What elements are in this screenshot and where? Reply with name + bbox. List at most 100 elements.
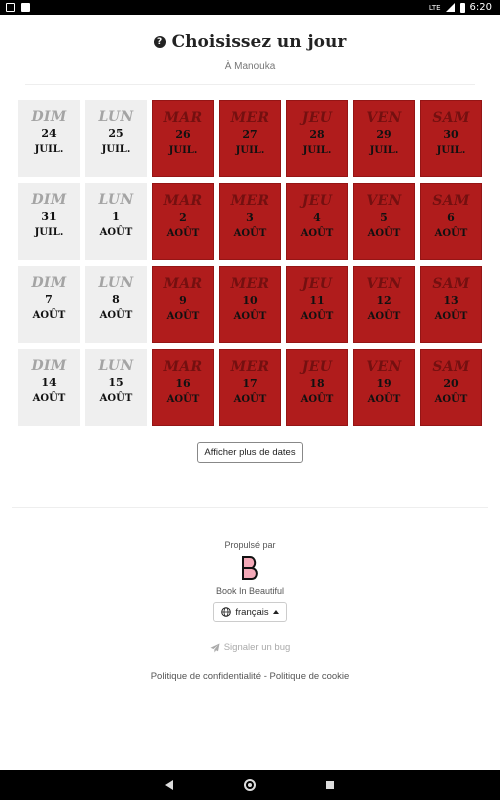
calendar-day[interactable]: MER 17 AOÛT bbox=[219, 349, 281, 426]
report-bug-label: Signaler un bug bbox=[223, 642, 291, 653]
footer: Propulsé par Book In Beautiful français … bbox=[0, 540, 500, 682]
day-number: 13 bbox=[443, 294, 459, 307]
report-bug-link[interactable]: Signaler un bug bbox=[0, 642, 500, 653]
day-number: 6 bbox=[447, 211, 455, 224]
calendar-day[interactable]: DIM 24 JUIL. bbox=[18, 100, 80, 177]
calendar-day[interactable]: SAM 30 JUIL. bbox=[420, 100, 482, 177]
day-month: JUIL. bbox=[369, 145, 399, 156]
day-month: AOÛT bbox=[367, 394, 401, 405]
day-name: SAM bbox=[432, 359, 470, 375]
day-month: AOÛT bbox=[99, 393, 133, 404]
paper-plane-icon bbox=[210, 643, 220, 652]
calendar-day[interactable]: VEN 12 AOÛT bbox=[353, 266, 415, 343]
day-month: AOÛT bbox=[300, 311, 334, 322]
calendar-day[interactable]: SAM 6 AOÛT bbox=[420, 183, 482, 260]
battery-icon bbox=[459, 2, 465, 13]
day-number: 18 bbox=[309, 377, 325, 390]
day-month: AOÛT bbox=[233, 228, 267, 239]
day-name: MER bbox=[230, 110, 270, 126]
legal-links: Politique de confidentialité - Politique… bbox=[0, 671, 500, 682]
legal-separator: - bbox=[261, 671, 270, 682]
day-number: 3 bbox=[246, 211, 254, 224]
calendar-day[interactable]: DIM 7 AOÛT bbox=[18, 266, 80, 343]
day-number: 9 bbox=[179, 294, 187, 307]
day-month: AOÛT bbox=[166, 228, 200, 239]
calendar-day[interactable]: VEN 19 AOÛT bbox=[353, 349, 415, 426]
calendar-day[interactable]: MER 3 AOÛT bbox=[219, 183, 281, 260]
bib-logo bbox=[242, 556, 258, 580]
page-title: Choisissez un jour bbox=[171, 32, 347, 52]
day-number: 17 bbox=[242, 377, 258, 390]
globe-icon bbox=[221, 607, 232, 617]
day-month: AOÛT bbox=[434, 228, 468, 239]
calendar-day[interactable]: MAR 26 JUIL. bbox=[152, 100, 214, 177]
brand-name: Book In Beautiful bbox=[215, 586, 285, 596]
calendar-day[interactable]: SAM 13 AOÛT bbox=[420, 266, 482, 343]
day-number: 25 bbox=[108, 127, 124, 140]
page-header: ? Choisissez un jour À Manouka bbox=[0, 32, 500, 72]
recent-apps-icon[interactable] bbox=[326, 781, 334, 789]
day-name: SAM bbox=[432, 110, 470, 126]
day-number: 7 bbox=[45, 293, 53, 306]
day-month: AOÛT bbox=[166, 311, 200, 322]
caret-up-icon bbox=[272, 610, 279, 614]
calendar-day[interactable]: LUN 1 AOÛT bbox=[85, 183, 147, 260]
day-name: JEU bbox=[301, 110, 333, 126]
calendar-day[interactable]: MER 10 AOÛT bbox=[219, 266, 281, 343]
calendar-day[interactable]: LUN 15 AOÛT bbox=[85, 349, 147, 426]
day-name: DIM bbox=[31, 275, 67, 291]
show-more-dates-button[interactable]: Afficher plus de dates bbox=[197, 442, 303, 463]
lte-icon: LTE bbox=[428, 3, 441, 12]
powered-by-label: Propulsé par bbox=[224, 540, 276, 550]
day-month: JUIL. bbox=[302, 145, 332, 156]
day-name: JEU bbox=[301, 276, 333, 292]
home-icon[interactable] bbox=[244, 779, 256, 791]
calendar-day[interactable]: MAR 9 AOÛT bbox=[152, 266, 214, 343]
calendar-day[interactable]: JEU 11 AOÛT bbox=[286, 266, 348, 343]
calendar-day[interactable]: JEU 4 AOÛT bbox=[286, 183, 348, 260]
divider bbox=[12, 507, 488, 508]
day-month: JUIL. bbox=[101, 144, 131, 155]
day-month: AOÛT bbox=[233, 311, 267, 322]
day-month: AOÛT bbox=[367, 228, 401, 239]
calendar-day[interactable]: DIM 31 JUIL. bbox=[18, 183, 80, 260]
day-month: AOÛT bbox=[166, 394, 200, 405]
back-icon[interactable] bbox=[165, 780, 173, 790]
privacy-policy-link[interactable]: Politique de confidentialité bbox=[151, 671, 261, 682]
calendar-day[interactable]: JEU 28 JUIL. bbox=[286, 100, 348, 177]
day-month: AOÛT bbox=[233, 394, 267, 405]
calendar-day[interactable]: MAR 16 AOÛT bbox=[152, 349, 214, 426]
language-selector[interactable]: français bbox=[213, 602, 287, 622]
day-name: DIM bbox=[31, 358, 67, 374]
day-name: DIM bbox=[31, 109, 67, 125]
question-circle-icon: ? bbox=[153, 36, 166, 48]
day-month: JUIL. bbox=[34, 227, 64, 238]
calendar-day[interactable]: VEN 29 JUIL. bbox=[353, 100, 415, 177]
day-name: SAM bbox=[432, 276, 470, 292]
calendar-day[interactable]: LUN 8 AOÛT bbox=[85, 266, 147, 343]
calendar-day[interactable]: MER 27 JUIL. bbox=[219, 100, 281, 177]
day-name: JEU bbox=[301, 193, 333, 209]
calendar-day[interactable]: VEN 5 AOÛT bbox=[353, 183, 415, 260]
day-name: VEN bbox=[366, 359, 402, 375]
day-number: 19 bbox=[376, 377, 392, 390]
day-number: 20 bbox=[443, 377, 459, 390]
day-month: AOÛT bbox=[300, 394, 334, 405]
day-month: AOÛT bbox=[300, 228, 334, 239]
calendar-day[interactable]: LUN 25 JUIL. bbox=[85, 100, 147, 177]
day-name: VEN bbox=[366, 276, 402, 292]
cookie-policy-link[interactable]: Politique de cookie bbox=[270, 671, 350, 682]
calendar-grid: DIM 24 JUIL. LUN 25 JUIL. MAR 26 JUIL. MER 27 JUIL.… bbox=[18, 100, 482, 426]
day-month: JUIL. bbox=[34, 144, 64, 155]
day-month: AOÛT bbox=[99, 310, 133, 321]
day-number: 15 bbox=[108, 376, 124, 389]
day-month: AOÛT bbox=[99, 227, 133, 238]
day-name: MAR bbox=[163, 276, 203, 292]
calendar-day[interactable]: MAR 2 AOÛT bbox=[152, 183, 214, 260]
calendar-day[interactable]: DIM 14 AOÛT bbox=[18, 349, 80, 426]
language-label: français bbox=[235, 606, 269, 618]
calendar-day[interactable]: SAM 20 AOÛT bbox=[420, 349, 482, 426]
day-month: JUIL. bbox=[436, 145, 466, 156]
calendar-day[interactable]: JEU 18 AOÛT bbox=[286, 349, 348, 426]
day-name: MER bbox=[230, 359, 270, 375]
